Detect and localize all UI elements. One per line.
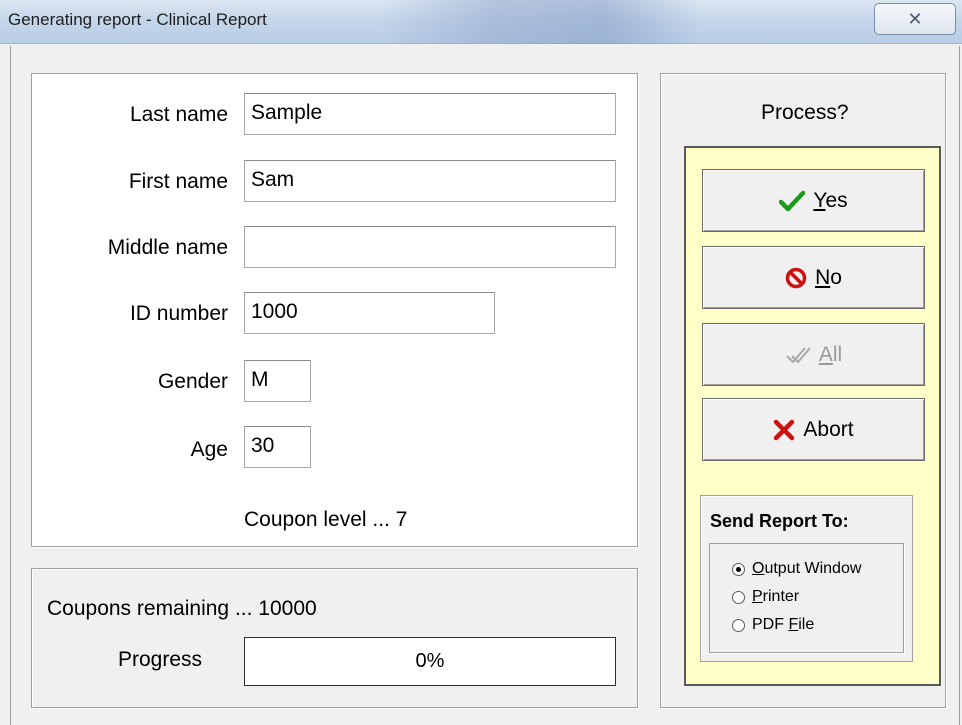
id-number-field[interactable]: 1000 xyxy=(244,292,495,334)
gender-field[interactable]: M xyxy=(244,360,311,402)
output-window-label: Output Window xyxy=(752,560,862,577)
pdf-file-option[interactable]: PDF File xyxy=(732,614,814,636)
no-entry-icon xyxy=(785,267,807,289)
process-title: Process? xyxy=(761,101,849,124)
x-mark-icon xyxy=(773,419,795,441)
coupons-remaining-text: Coupons remaining ... 10000 xyxy=(47,597,317,620)
checkmark-icon xyxy=(779,190,806,212)
progress-text: 0% xyxy=(415,650,445,672)
pdf-file-radio[interactable] xyxy=(732,618,745,632)
output-window-radio[interactable] xyxy=(732,562,745,576)
age-label: Age xyxy=(190,438,228,461)
close-button[interactable]: ✕ xyxy=(874,3,956,35)
window-title: Generating report - Clinical Report xyxy=(8,10,267,29)
gender-label: Gender xyxy=(157,370,228,393)
last-name-field[interactable]: Sample xyxy=(244,93,616,135)
abort-label: Abort xyxy=(803,417,854,441)
middle-name-label: Middle name xyxy=(107,236,228,259)
age-field[interactable]: 30 xyxy=(244,426,311,468)
yes-button[interactable]: Yes xyxy=(702,169,925,232)
printer-label: Printer xyxy=(752,588,800,605)
title-bar[interactable]: Generating report - Clinical Report ✕ xyxy=(0,0,962,44)
coupon-level-text: Coupon level ... 7 xyxy=(244,508,408,531)
yes-label: Yes xyxy=(813,188,848,212)
title-bar-glow xyxy=(380,0,700,44)
first-name-label: First name xyxy=(128,170,228,193)
middle-name-field[interactable] xyxy=(244,226,616,268)
id-number-label: ID number xyxy=(129,302,228,325)
printer-radio[interactable] xyxy=(732,590,745,604)
progress-label: Progress xyxy=(118,648,203,671)
abort-button[interactable]: Abort xyxy=(702,398,925,461)
no-button[interactable]: No xyxy=(702,246,925,309)
all-label: All xyxy=(818,342,843,366)
double-check-icon xyxy=(785,344,811,366)
send-report-title: Send Report To: xyxy=(710,511,849,531)
no-label: No xyxy=(815,265,842,289)
all-button[interactable]: All xyxy=(702,323,925,386)
progress-bar: 0% xyxy=(244,637,616,686)
close-icon: ✕ xyxy=(907,8,923,29)
pdf-file-label: PDF File xyxy=(752,616,815,633)
printer-option[interactable]: Printer xyxy=(732,586,799,608)
first-name-field[interactable]: Sam xyxy=(244,160,616,202)
last-name-label: Last name xyxy=(129,103,228,126)
output-window-option[interactable]: Output Window xyxy=(732,558,861,580)
